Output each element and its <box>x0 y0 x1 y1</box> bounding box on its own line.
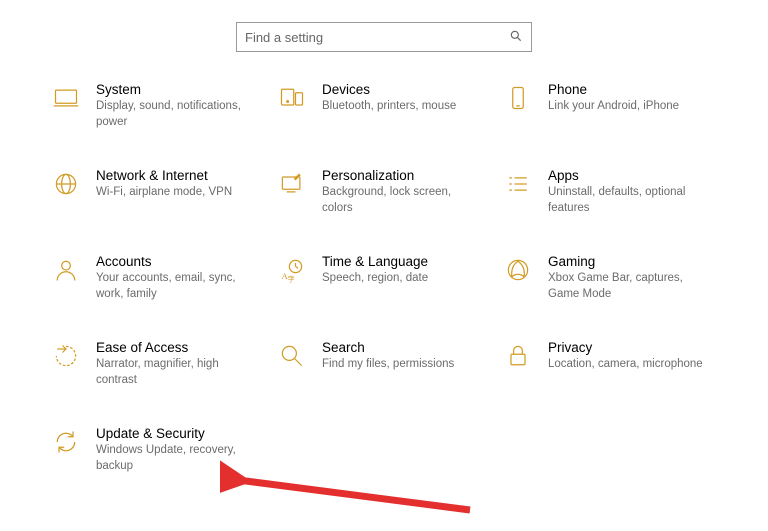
tile-desc: Windows Update, recovery, backup <box>96 443 258 474</box>
tile-desc: Background, lock screen, colors <box>322 185 484 216</box>
tile-desc: Bluetooth, printers, mouse <box>322 99 484 115</box>
tile-title: System <box>96 82 258 97</box>
personalization-icon <box>276 168 308 200</box>
tile-desc: Link your Android, iPhone <box>548 99 710 115</box>
tile-title: Update & Security <box>96 426 258 441</box>
tile-desc: Display, sound, notifications, power <box>96 99 258 130</box>
tile-privacy[interactable]: Privacy Location, camera, microphone <box>502 340 718 388</box>
tile-desc: Location, camera, microphone <box>548 357 710 373</box>
update-icon <box>50 426 82 458</box>
tile-title: Personalization <box>322 168 484 183</box>
search-input[interactable]: Find a setting <box>236 22 532 52</box>
apps-icon <box>502 168 534 200</box>
person-icon <box>50 254 82 286</box>
tile-desc: Speech, region, date <box>322 271 484 287</box>
tile-title: Network & Internet <box>96 168 258 183</box>
svg-text:字: 字 <box>288 274 295 283</box>
phone-icon <box>502 82 534 114</box>
ease-of-access-icon <box>50 340 82 372</box>
tile-desc: Your accounts, email, sync, work, family <box>96 271 258 302</box>
tile-desc: Wi-Fi, airplane mode, VPN <box>96 185 258 201</box>
tile-search[interactable]: Search Find my files, permissions <box>276 340 492 388</box>
tile-title: Accounts <box>96 254 258 269</box>
tile-title: Privacy <box>548 340 710 355</box>
tile-title: Ease of Access <box>96 340 258 355</box>
tile-desc: Find my files, permissions <box>322 357 484 373</box>
tile-title: Time & Language <box>322 254 484 269</box>
magnifier-icon <box>276 340 308 372</box>
tile-ease-of-access[interactable]: Ease of Access Narrator, magnifier, high… <box>50 340 266 388</box>
settings-grid: System Display, sound, notifications, po… <box>0 52 768 474</box>
tile-title: Phone <box>548 82 710 97</box>
tile-title: Gaming <box>548 254 710 269</box>
lock-icon <box>502 340 534 372</box>
tile-desc: Uninstall, defaults, optional features <box>548 185 710 216</box>
gaming-icon <box>502 254 534 286</box>
devices-icon <box>276 82 308 114</box>
tile-apps[interactable]: Apps Uninstall, defaults, optional featu… <box>502 168 718 216</box>
system-icon <box>50 82 82 114</box>
tile-title: Search <box>322 340 484 355</box>
tile-gaming[interactable]: Gaming Xbox Game Bar, captures, Game Mod… <box>502 254 718 302</box>
tile-time[interactable]: A字 Time & Language Speech, region, date <box>276 254 492 302</box>
time-language-icon: A字 <box>276 254 308 286</box>
search-icon <box>509 29 523 46</box>
tile-desc: Xbox Game Bar, captures, Game Mode <box>548 271 710 302</box>
tile-personalization[interactable]: Personalization Background, lock screen,… <box>276 168 492 216</box>
tile-title: Apps <box>548 168 710 183</box>
tile-update-security[interactable]: Update & Security Windows Update, recove… <box>50 426 266 474</box>
search-placeholder: Find a setting <box>245 30 509 45</box>
tile-devices[interactable]: Devices Bluetooth, printers, mouse <box>276 82 492 130</box>
tile-desc: Narrator, magnifier, high contrast <box>96 357 258 388</box>
tile-phone[interactable]: Phone Link your Android, iPhone <box>502 82 718 130</box>
tile-network[interactable]: Network & Internet Wi-Fi, airplane mode,… <box>50 168 266 216</box>
globe-icon <box>50 168 82 200</box>
tile-title: Devices <box>322 82 484 97</box>
tile-accounts[interactable]: Accounts Your accounts, email, sync, wor… <box>50 254 266 302</box>
tile-system[interactable]: System Display, sound, notifications, po… <box>50 82 266 130</box>
